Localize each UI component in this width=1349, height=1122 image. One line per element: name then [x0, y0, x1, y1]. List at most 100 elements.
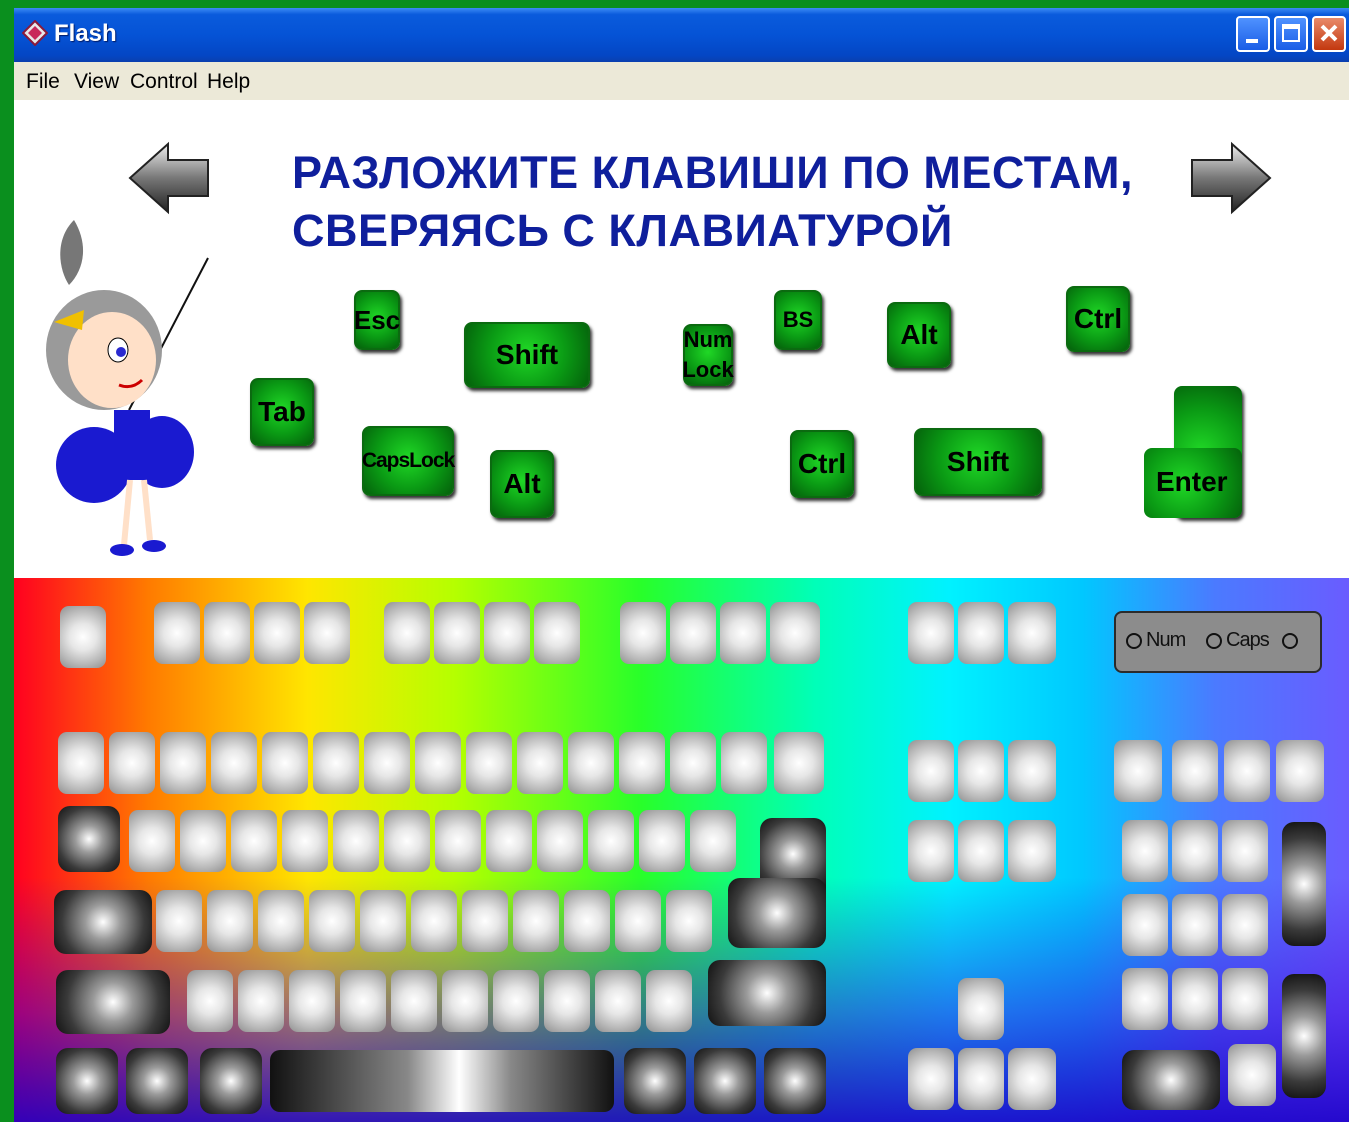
draggable-key-ctrl-right[interactable]: Ctrl [1066, 286, 1130, 352]
key-slot [289, 970, 335, 1032]
draggable-key-shift-right[interactable]: Shift [914, 428, 1042, 496]
draggable-key-alt-left[interactable]: Alt [490, 450, 554, 518]
key-slot [462, 890, 508, 952]
key-slot [384, 810, 430, 872]
key-slot-space [270, 1050, 614, 1112]
maximize-button[interactable] [1274, 16, 1308, 52]
key-slot-numpad-plus [1282, 822, 1326, 946]
key-slot [258, 890, 304, 952]
flash-window: Flash File View Control Help РАЗЛОЖИТЕ К… [14, 8, 1349, 1122]
key-slot [619, 732, 665, 794]
num-indicator-label: Num [1146, 629, 1186, 651]
key-slot [1222, 894, 1268, 956]
key-slot [646, 970, 692, 1032]
menu-view[interactable]: View [74, 70, 119, 94]
key-slot [333, 810, 379, 872]
draggable-key-esc[interactable]: Esc [354, 290, 400, 350]
draggable-key-ctrl-left[interactable]: Ctrl [790, 430, 854, 498]
key-slot-caps-lock[interactable] [54, 890, 152, 954]
draggable-key-enter[interactable]: Enter [1144, 386, 1244, 518]
key-slot [1122, 968, 1168, 1030]
key-slot [1008, 740, 1056, 802]
key-slot [690, 810, 736, 872]
key-slot [958, 820, 1004, 882]
key-slot [442, 970, 488, 1032]
menu-control[interactable]: Control [130, 70, 198, 94]
draggable-key-shift-left[interactable]: Shift [464, 322, 590, 388]
key-slot [670, 732, 716, 794]
key-slot-ctrl-left[interactable] [56, 1048, 118, 1114]
menu-bar: File View Control Help [14, 62, 1349, 100]
draggable-key-caps-lock[interactable]: CapsLock [362, 426, 455, 496]
key-slot-tab[interactable] [58, 806, 120, 872]
key-slot [109, 732, 155, 794]
key-slot [1276, 740, 1324, 802]
key-slot-alt-right[interactable] [624, 1048, 686, 1114]
flash-app-icon [22, 20, 48, 46]
key-slot [254, 602, 300, 664]
key-slot [720, 602, 766, 664]
key-slot-arrow-up [958, 978, 1004, 1040]
draggable-key-tab[interactable]: Tab [250, 378, 314, 446]
key-slot [434, 602, 480, 664]
key-slot [534, 602, 580, 664]
maximize-icon [1282, 24, 1300, 42]
key-slot [770, 602, 820, 664]
key-slot [958, 602, 1004, 664]
task-heading: РАЗЛОЖИТЕ КЛАВИШИ ПО МЕСТАМ, СВЕРЯЯСЬ С … [292, 144, 1133, 260]
key-slot-numpad-0 [1122, 1050, 1220, 1110]
key-slot [156, 890, 202, 952]
key-slot [1222, 820, 1268, 882]
close-button[interactable] [1312, 16, 1346, 52]
num-lock-label-bottom: Lock [682, 357, 734, 382]
heading-line-1: РАЗЛОЖИТЕ КЛАВИШИ ПО МЕСТАМ, [292, 147, 1133, 198]
key-slot-win-right [694, 1048, 756, 1114]
key-slot-alt-left[interactable] [200, 1048, 262, 1114]
draggable-key-alt-right[interactable]: Alt [887, 302, 951, 368]
heading-line-2: СВЕРЯЯСЬ С КЛАВИАТУРОЙ [292, 205, 953, 256]
key-slot [154, 602, 200, 664]
key-slot [364, 732, 410, 794]
caps-lock-indicator-icon [1206, 633, 1222, 649]
menu-file[interactable]: File [26, 70, 60, 94]
draggable-key-bs[interactable]: BS [774, 290, 822, 350]
key-slot [207, 890, 253, 952]
key-slot [415, 732, 461, 794]
key-slot [908, 820, 954, 882]
minimize-icon [1246, 39, 1258, 43]
key-slot [1008, 602, 1056, 664]
arrow-left-icon[interactable] [128, 140, 212, 216]
key-slot [588, 810, 634, 872]
title-bar[interactable]: Flash [14, 8, 1349, 62]
minimize-button[interactable] [1236, 16, 1270, 52]
key-slot [1172, 968, 1218, 1030]
num-lock-label-top: Num [683, 327, 733, 352]
key-slot [340, 970, 386, 1032]
num-lock-indicator-icon [1126, 633, 1142, 649]
arrow-right-icon[interactable] [1188, 140, 1272, 216]
key-slot [411, 890, 457, 952]
key-slot-shift-left[interactable] [56, 970, 170, 1034]
draggable-key-num-lock[interactable]: Num Lock [682, 324, 734, 386]
key-slot [1222, 968, 1268, 1030]
key-slot [666, 890, 712, 952]
window-title: Flash [54, 20, 117, 47]
key-slot-shift-right[interactable] [708, 960, 826, 1026]
menu-help[interactable]: Help [207, 70, 250, 94]
key-slot [309, 890, 355, 952]
key-slot-esc[interactable] [60, 606, 106, 668]
key-slot-num-lock[interactable] [1114, 740, 1162, 802]
key-slot-ctrl-right[interactable] [764, 1048, 826, 1114]
key-slot [639, 810, 685, 872]
close-icon [1320, 24, 1338, 42]
key-slot-bs[interactable] [774, 732, 824, 794]
key-slot [187, 970, 233, 1032]
key-slot [537, 810, 583, 872]
scroll-lock-indicator-icon [1282, 633, 1298, 649]
key-slot [238, 970, 284, 1032]
key-slot [564, 890, 610, 952]
key-slot-arrow-down [958, 1048, 1004, 1110]
key-slot-enter-bottom [728, 878, 826, 948]
key-slot [180, 810, 226, 872]
key-slot-numpad-enter [1282, 974, 1326, 1098]
